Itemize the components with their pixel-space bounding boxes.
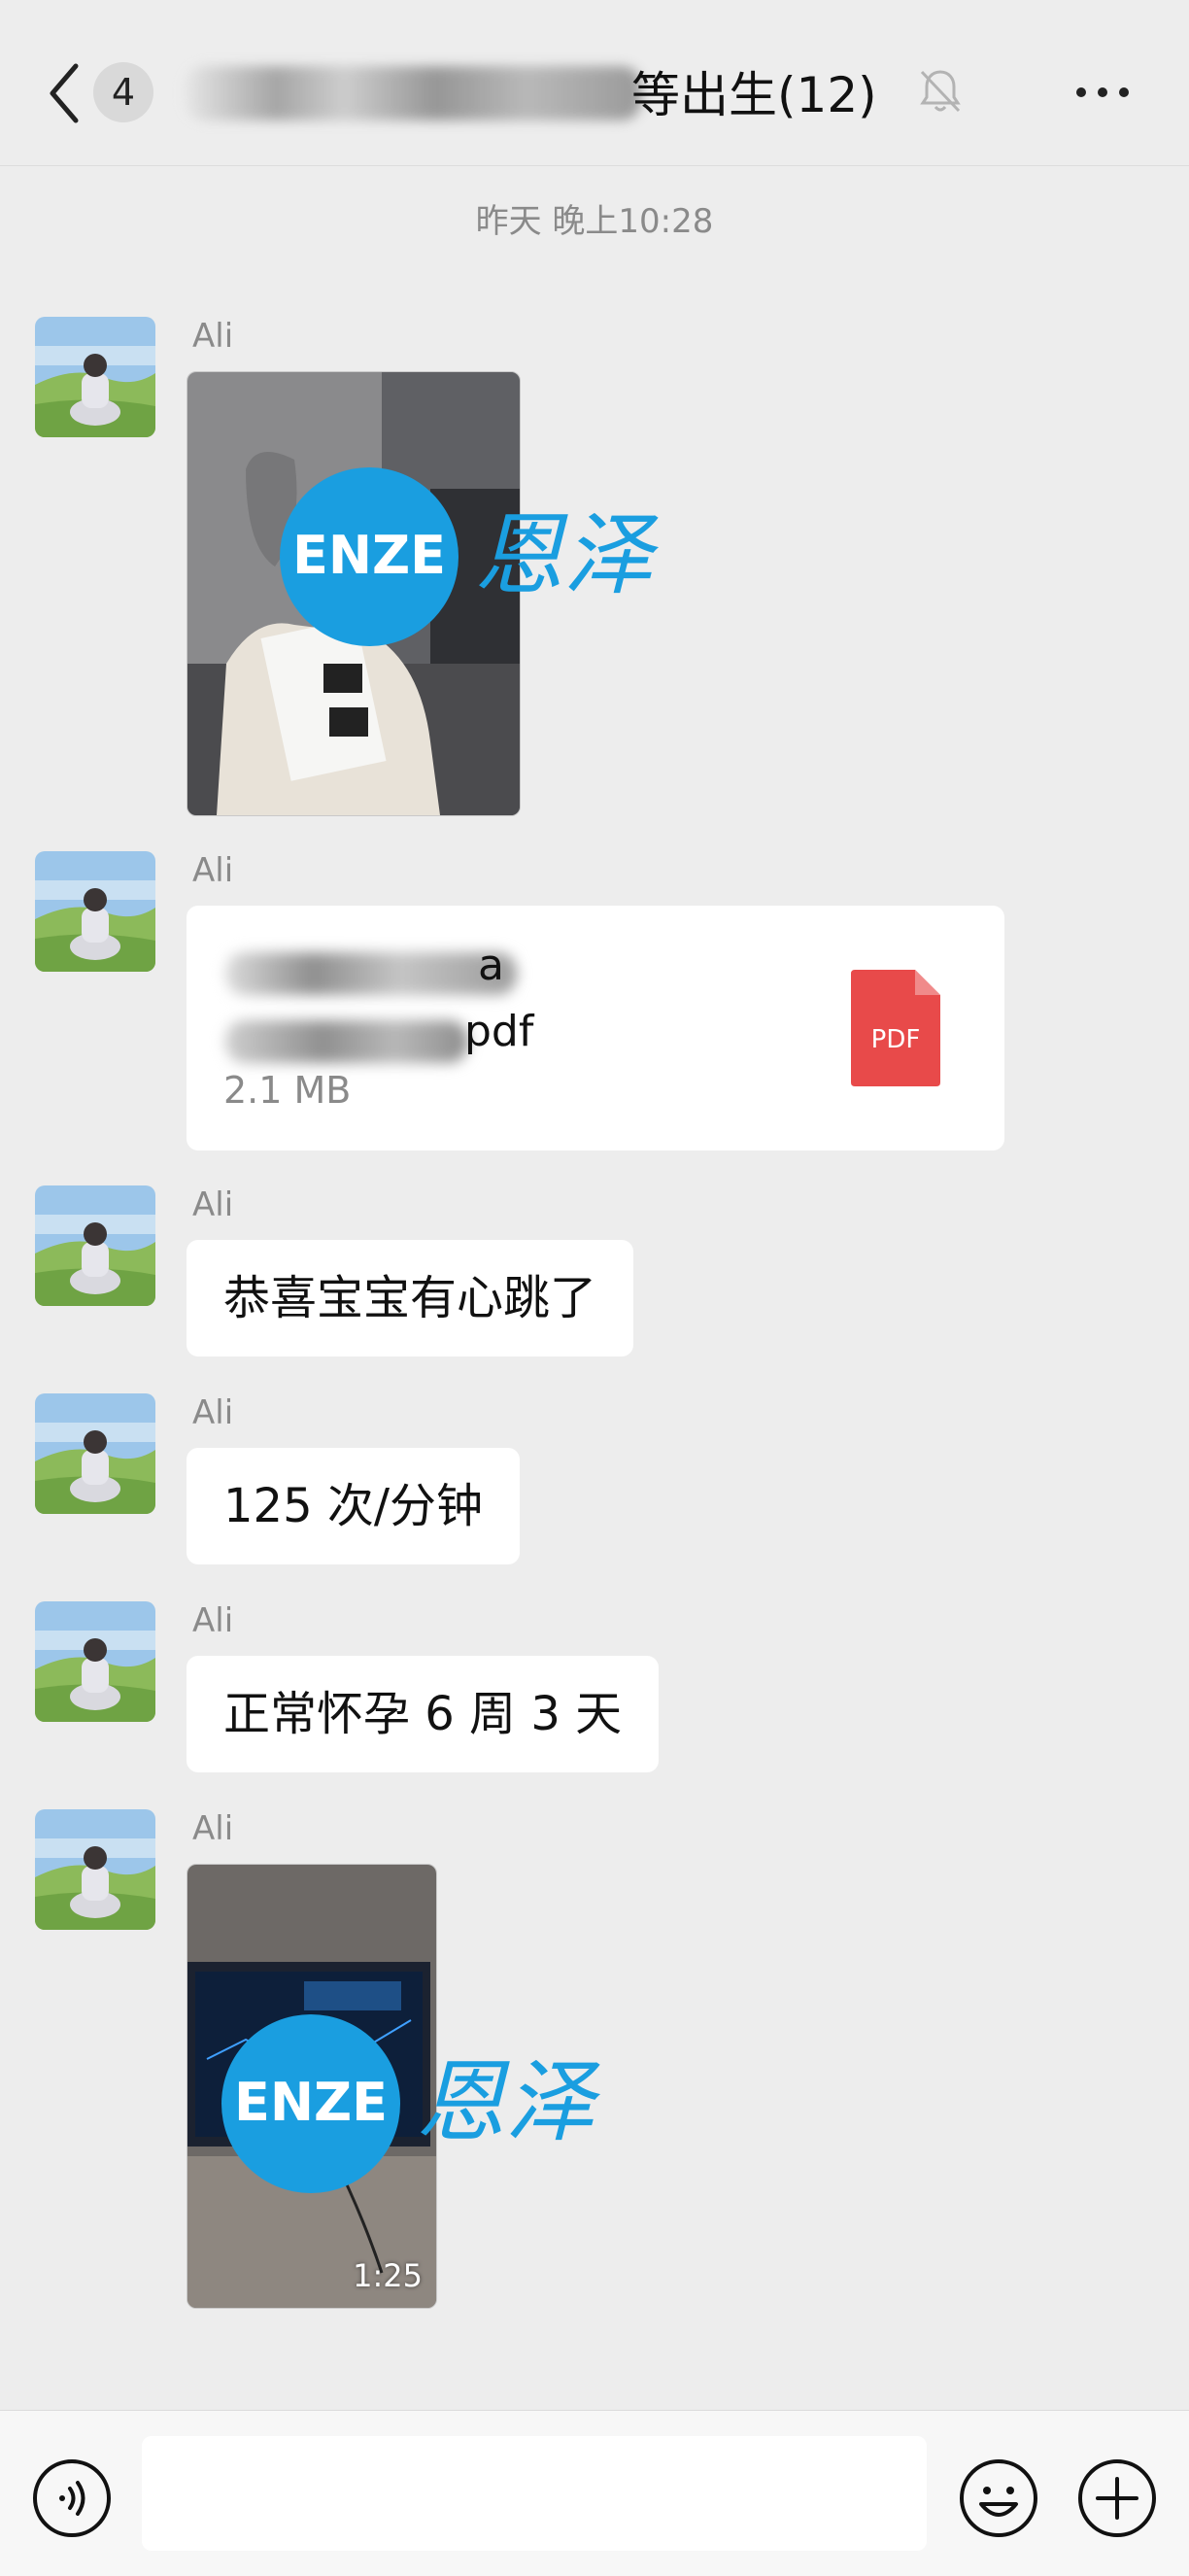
voice-icon[interactable] <box>31 2457 113 2539</box>
avatar[interactable] <box>35 1809 155 1930</box>
avatar[interactable] <box>35 1393 155 1514</box>
avatar[interactable] <box>35 1185 155 1306</box>
avatar[interactable] <box>35 1601 155 1722</box>
text-message-bubble[interactable]: 125 次/分钟 <box>187 1448 521 1564</box>
redacted-title-part <box>185 66 641 120</box>
chat-timestamp: 昨天 晚上10:28 <box>475 202 714 241</box>
file-name-line1: a <box>478 941 504 990</box>
plus-icon[interactable] <box>1076 2457 1158 2539</box>
video-duration: 1:25 <box>353 2257 423 2294</box>
chat-header: 4 等出生(12) <box>0 0 1189 166</box>
chevron-left-icon <box>50 63 79 123</box>
sender-name: Ali <box>192 317 234 356</box>
video-message[interactable]: 1:25 <box>187 1864 437 2309</box>
sender-name: Ali <box>192 1393 234 1432</box>
sender-name: Ali <box>192 1185 234 1224</box>
sender-name: Ali <box>192 1809 234 1848</box>
image-message[interactable] <box>187 371 521 816</box>
bell-off-icon <box>920 70 961 113</box>
sender-name: Ali <box>192 851 234 890</box>
text-message-bubble[interactable]: 恭喜宝宝有心跳了 <box>187 1240 634 1357</box>
text-message-bubble[interactable]: 正常怀孕 6 周 3 天 <box>187 1656 660 1772</box>
redacted-filename <box>225 1020 468 1063</box>
more-dots-icon[interactable] <box>1069 58 1137 126</box>
back-button[interactable] <box>39 54 97 132</box>
input-bar <box>0 2410 1189 2576</box>
pdf-icon-label: PDF <box>871 1025 921 1054</box>
file-size: 2.1 MB <box>223 1069 352 1112</box>
avatar[interactable] <box>35 851 155 972</box>
watermark-brand-text: 恩泽 <box>416 2050 601 2154</box>
redacted-filename <box>225 952 517 995</box>
file-message[interactable]: a pdf 2.1 MB PDF <box>187 906 1004 1151</box>
chat-title-text: 等出生(12) <box>631 67 877 123</box>
chat-title: 等出生(12) <box>185 56 903 134</box>
file-name-line2: pdf <box>464 1007 534 1056</box>
sender-name: Ali <box>192 1601 234 1640</box>
unread-count-badge[interactable]: 4 <box>93 62 153 122</box>
avatar[interactable] <box>35 317 155 437</box>
pdf-file-icon: PDF <box>851 970 940 1086</box>
message-input[interactable] <box>142 2436 927 2551</box>
emoji-icon[interactable] <box>958 2457 1039 2539</box>
